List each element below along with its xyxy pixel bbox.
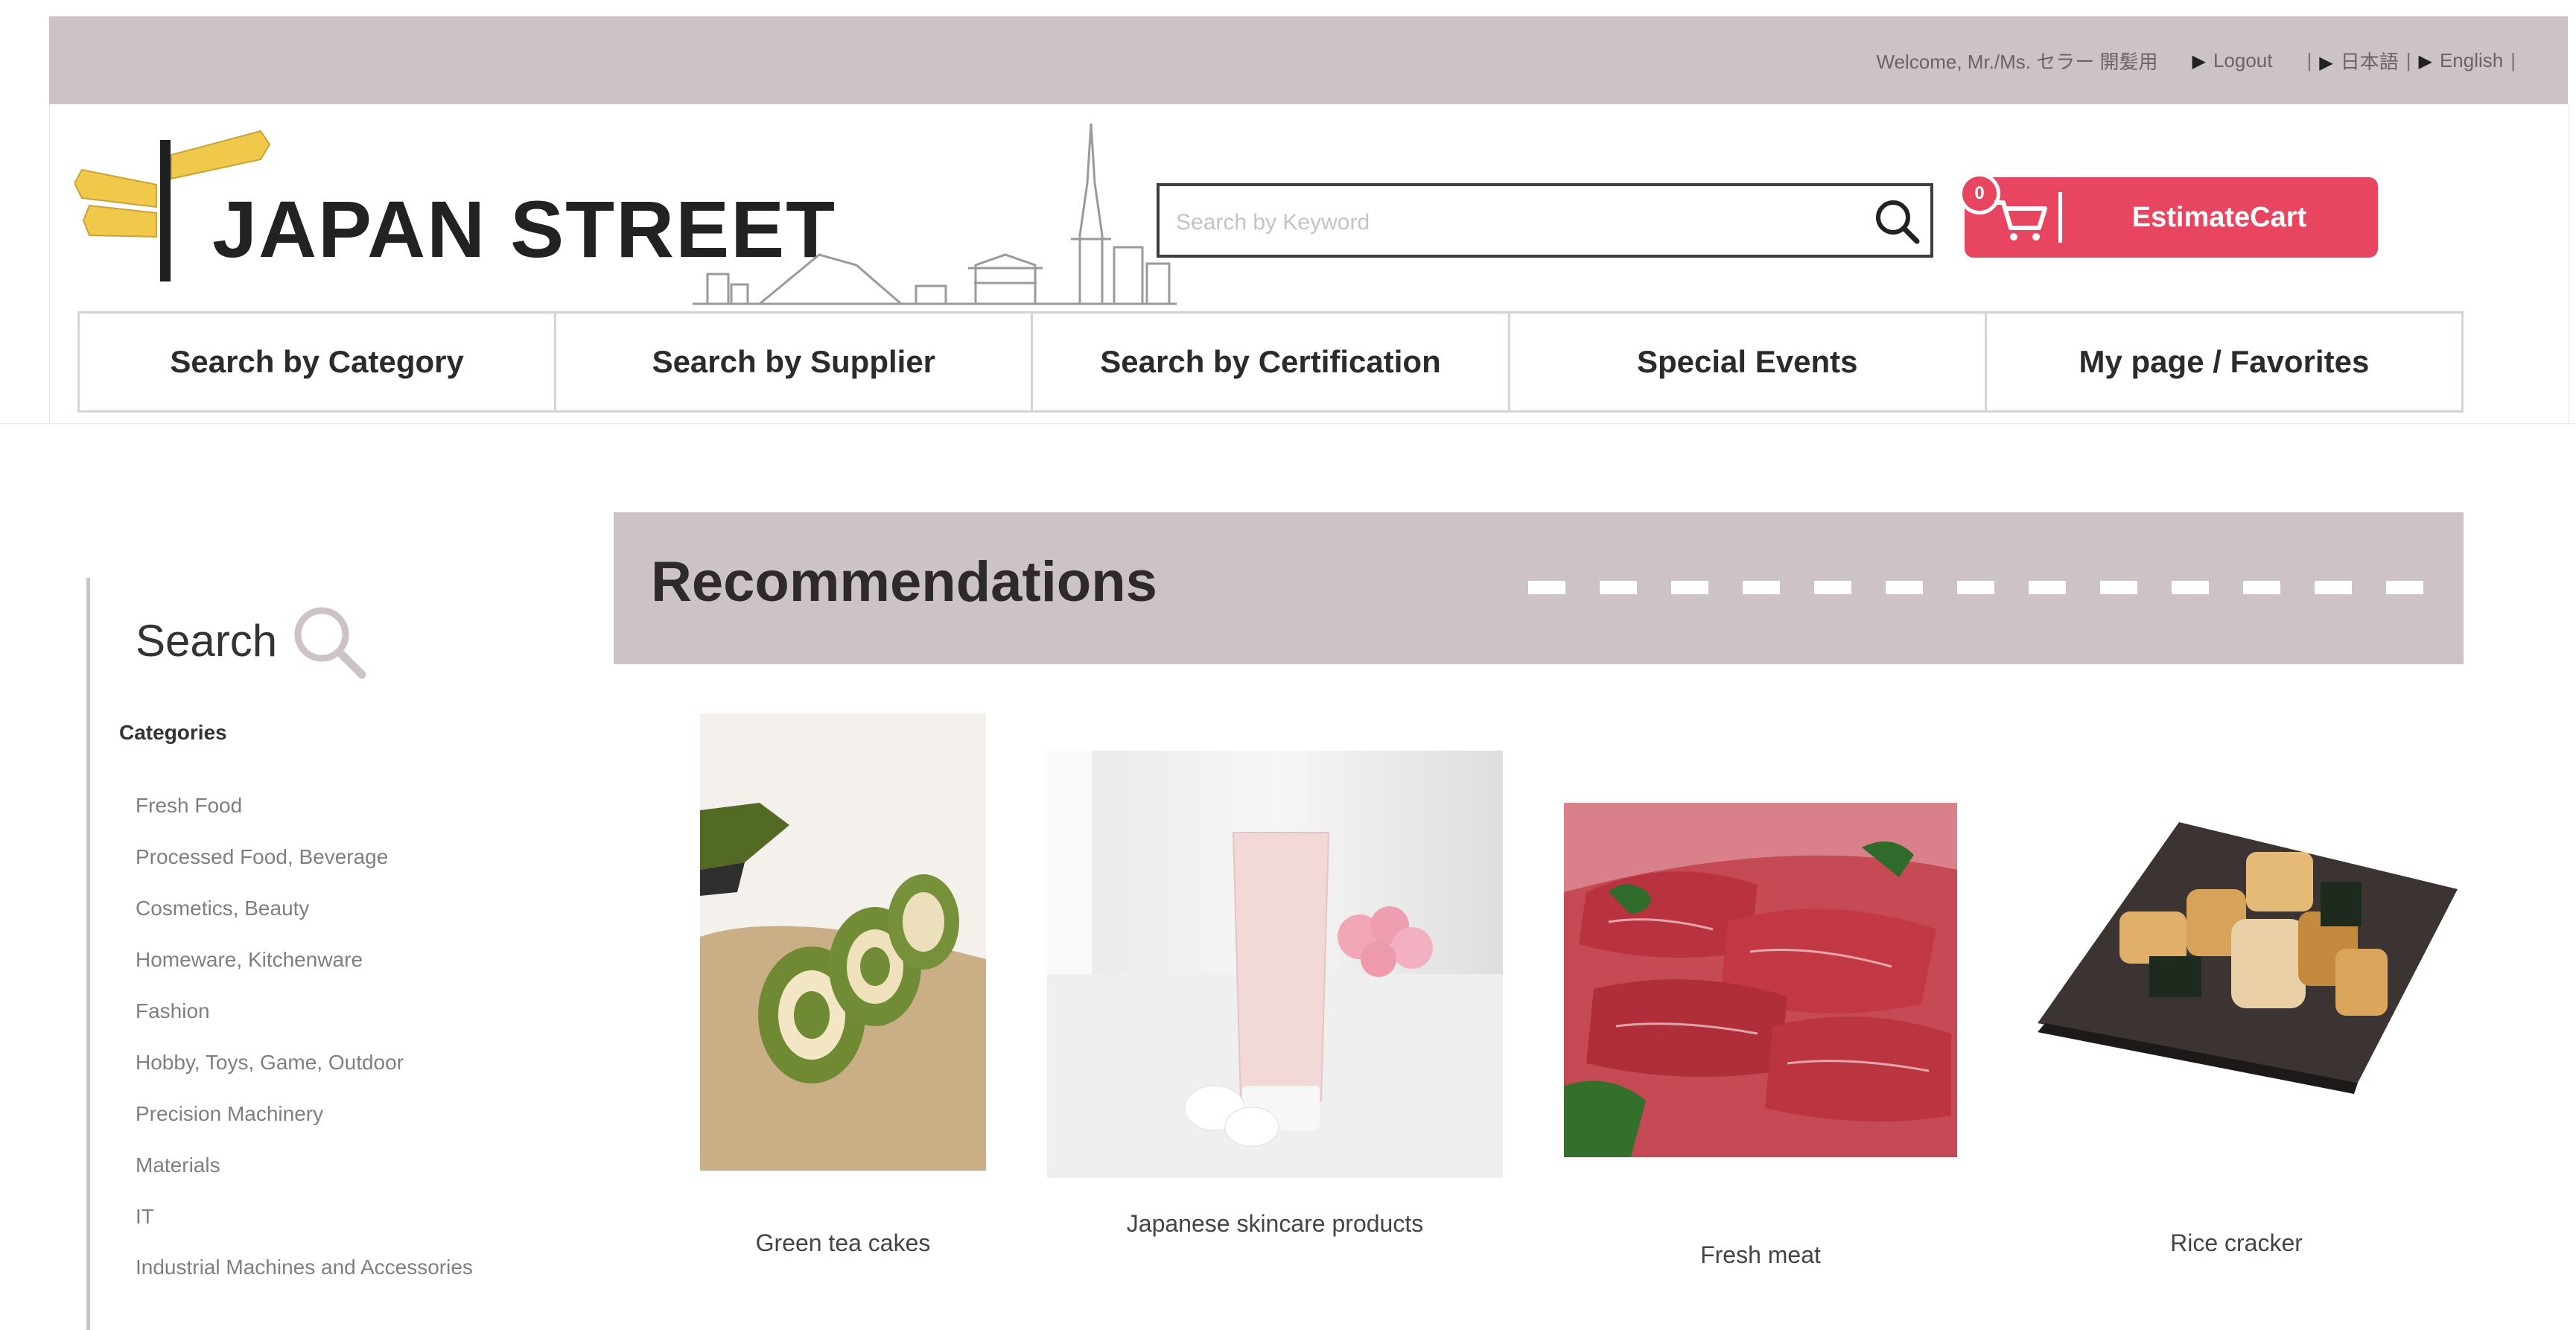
category-item-industrial-machines[interactable]: Industrial Machines and Accessories xyxy=(136,1253,493,1305)
product-label-fresh-meat[interactable]: Fresh meat xyxy=(1564,1238,1957,1272)
play-arrow-icon: ▶ xyxy=(2319,52,2333,73)
page-top-margin xyxy=(0,0,2576,16)
dash-decoration xyxy=(1528,581,2423,594)
category-item-fresh-food[interactable]: Fresh Food xyxy=(136,791,493,842)
language-ja-label: 日本語 xyxy=(2340,50,2399,73)
product-image-green-tea-cakes[interactable] xyxy=(700,713,986,1171)
nav-search-by-category[interactable]: Search by Category xyxy=(80,314,557,410)
category-item-processed-food[interactable]: Processed Food, Beverage xyxy=(136,842,493,894)
product-image-rice-cracker[interactable] xyxy=(2015,800,2458,1138)
category-item-it[interactable]: IT xyxy=(136,1202,493,1253)
logout-label: Logout xyxy=(2213,48,2273,71)
keyword-search-input[interactable] xyxy=(1174,201,1833,244)
product-label-rice-cracker[interactable]: Rice cracker xyxy=(2015,1226,2458,1260)
language-ja-link[interactable]: ▶ 日本語 xyxy=(2319,47,2398,74)
sidebar-search-title: Search xyxy=(136,616,278,666)
header-divider xyxy=(0,423,2576,424)
estimate-cart-label[interactable]: EstimateCart xyxy=(2078,177,2361,258)
nav-special-events[interactable]: Special Events xyxy=(1510,314,1987,410)
nav-search-by-supplier[interactable]: Search by Supplier xyxy=(556,314,1034,410)
category-item-precision-machinery[interactable]: Precision Machinery xyxy=(136,1099,493,1151)
product-label-skincare[interactable]: Japanese skincare products xyxy=(1047,1206,1503,1241)
category-item-materials[interactable]: Materials xyxy=(136,1151,493,1202)
play-arrow-icon: ▶ xyxy=(2192,51,2206,71)
category-item-homeware[interactable]: Homeware, Kitchenware xyxy=(136,945,493,996)
nav-search-by-certification[interactable]: Search by Certification xyxy=(1033,314,1510,410)
product-image-fresh-meat[interactable] xyxy=(1564,803,1957,1157)
sidebar-accent-line xyxy=(86,578,90,1330)
magnifier-icon xyxy=(294,607,366,679)
category-item-cosmetics[interactable]: Cosmetics, Beauty xyxy=(136,894,493,945)
category-item-fashion[interactable]: Fashion xyxy=(136,996,493,1048)
language-en-link[interactable]: ▶ English xyxy=(2418,49,2503,72)
nav-my-page-favorites[interactable]: My page / Favorites xyxy=(1987,314,2461,410)
welcome-text: Welcome, Mr./Ms. セラー 開髪用 xyxy=(1876,50,2158,73)
top-bar-links: Welcome, Mr./Ms. セラー 開髪用 ▶ Logout | ▶ 日本語 … xyxy=(1876,16,2516,104)
language-en-label: English xyxy=(2439,48,2504,71)
logout-link[interactable]: ▶ Logout xyxy=(2192,49,2272,72)
keyword-search-box xyxy=(1157,183,1933,258)
play-arrow-icon: ▶ xyxy=(2418,51,2432,71)
cart-divider xyxy=(2058,192,2062,243)
category-item-hobby[interactable]: Hobby, Toys, Game, Outdoor xyxy=(136,1048,493,1099)
recommendations-title: Recommendations xyxy=(651,550,1157,614)
main-navigation: Search by Category Search by Supplier Se… xyxy=(77,311,2464,413)
category-list: Fresh Food Processed Food, Beverage Cosm… xyxy=(136,791,493,1305)
top-bar: Welcome, Mr./Ms. セラー 開髪用 ▶ Logout | ▶ 日本語 … xyxy=(49,16,2568,104)
language-switcher: | ▶ 日本語 | ▶ English | xyxy=(2306,47,2516,74)
search-icon[interactable] xyxy=(1871,195,1923,247)
product-label-green-tea-cakes[interactable]: Green tea cakes xyxy=(700,1226,986,1260)
product-image-skincare[interactable] xyxy=(1047,751,1503,1178)
skyline-illustration xyxy=(693,123,1177,305)
categories-heading: Categories xyxy=(119,721,227,744)
shopping-cart-icon xyxy=(1994,200,2047,241)
